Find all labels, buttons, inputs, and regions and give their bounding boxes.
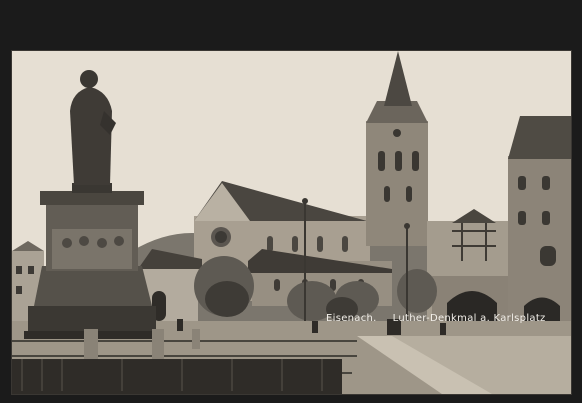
- tower-clock: [393, 129, 401, 137]
- postcard-frame: Eisenach. Luther-Denkmal a. Karlsplatz: [0, 0, 582, 403]
- church-tower: [366, 121, 428, 246]
- caption-place: Eisenach.: [326, 313, 377, 324]
- scene-illustration: [12, 51, 571, 394]
- monument-pedestal: [34, 266, 152, 306]
- monument-relief: [52, 229, 132, 269]
- caption-subject: Luther-Denkmal a. Karlsplatz: [392, 313, 546, 324]
- postcard-caption: Eisenach. Luther-Denkmal a. Karlsplatz: [326, 313, 556, 324]
- postcard-photo: [11, 50, 572, 395]
